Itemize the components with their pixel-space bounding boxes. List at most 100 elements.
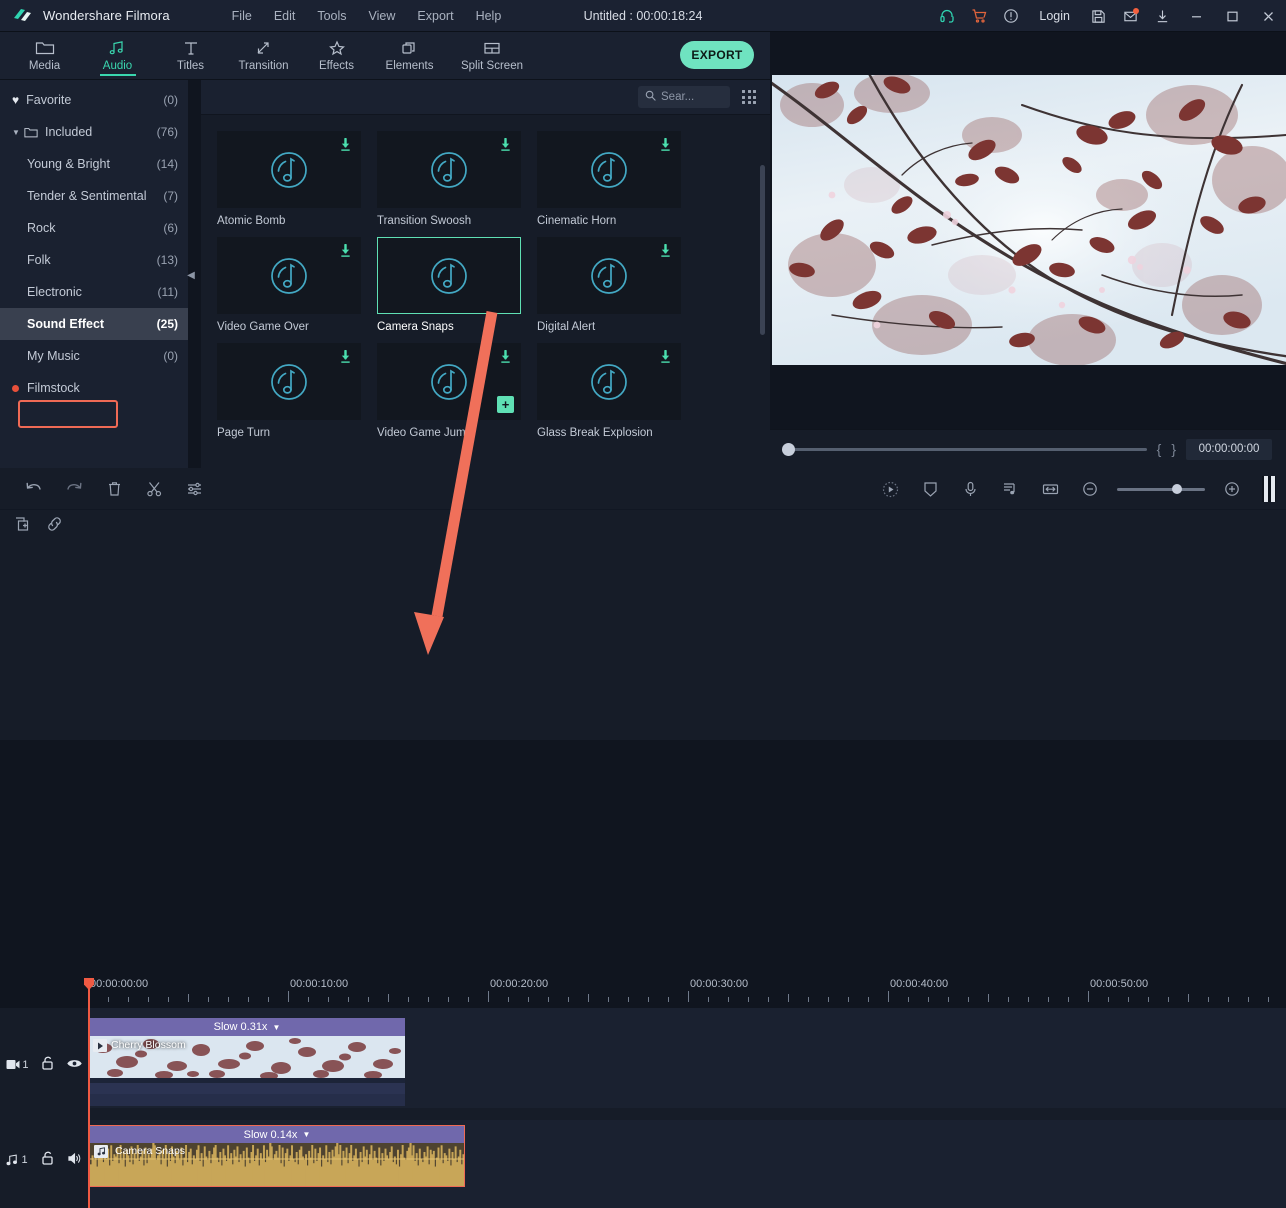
menu-export[interactable]: Export — [407, 5, 463, 27]
close-button[interactable] — [1250, 0, 1286, 32]
speaker-icon[interactable] — [67, 1152, 82, 1168]
link-icon[interactable] — [38, 510, 70, 538]
sidebar-item-electronic[interactable]: Electronic (11) — [0, 276, 188, 308]
tab-transition[interactable]: Transition — [227, 32, 300, 80]
zoom-in-icon[interactable] — [1212, 469, 1252, 509]
download-icon[interactable] — [659, 137, 672, 157]
media-tile[interactable]: Glass Break Explosion — [537, 343, 681, 439]
tab-elements[interactable]: Elements — [373, 32, 446, 80]
crop-mask-icon[interactable] — [910, 469, 950, 509]
media-thumbnail[interactable] — [537, 237, 681, 314]
fit-timeline-icon[interactable] — [1030, 469, 1070, 509]
cart-icon[interactable] — [963, 0, 995, 32]
zoom-slider-knob[interactable] — [1172, 483, 1182, 494]
playhead[interactable] — [84, 978, 94, 1208]
download-icon[interactable] — [339, 349, 352, 369]
media-thumbnail[interactable] — [537, 131, 681, 208]
settings-sliders-icon[interactable] — [174, 469, 214, 509]
media-tile[interactable]: Page Turn — [217, 343, 361, 439]
audio-clip[interactable]: Slow 0.14x ▼ Camera Snaps — [89, 1125, 465, 1187]
download-icon[interactable] — [339, 137, 352, 157]
sidebar-item-young-and-bright[interactable]: Young & Bright (14) — [0, 148, 188, 180]
progress-knob[interactable] — [782, 442, 795, 456]
split-scissors-icon[interactable] — [134, 469, 174, 509]
download-icon[interactable] — [499, 137, 512, 157]
add-to-timeline-icon[interactable]: + — [497, 396, 514, 413]
media-thumbnail[interactable] — [537, 343, 681, 420]
media-tile[interactable]: Digital Alert — [537, 237, 681, 333]
video-clip[interactable]: Slow 0.31x ▼ Cherry Blossom — [89, 1018, 405, 1106]
download-icon[interactable] — [659, 243, 672, 263]
delete-icon[interactable] — [94, 469, 134, 509]
download-icon[interactable] — [659, 349, 672, 369]
sidebar-item-my-music[interactable]: My Music (0) — [0, 340, 188, 372]
sidebar-item-filmstock[interactable]: Filmstock — [0, 372, 188, 404]
preview-timecode[interactable]: 00:00:00:00 — [1186, 438, 1272, 460]
unlock-icon[interactable] — [41, 1056, 54, 1073]
download-icon[interactable] — [1146, 0, 1178, 32]
login-button[interactable]: Login — [1027, 9, 1082, 23]
media-thumbnail[interactable] — [377, 131, 521, 208]
headset-icon[interactable] — [931, 0, 963, 32]
mail-icon[interactable] — [1114, 0, 1146, 32]
save-icon[interactable] — [1082, 0, 1114, 32]
export-button[interactable]: EXPORT — [680, 41, 754, 69]
media-scrollbar[interactable] — [760, 165, 765, 335]
media-tile-selected[interactable]: Camera Snaps — [377, 237, 521, 333]
timeline-ruler[interactable]: 00:00:00:00 00:00:10:00 00:00:20:00 00:0… — [88, 978, 1286, 1004]
download-icon[interactable] — [339, 243, 352, 263]
audio-detach-icon[interactable] — [990, 469, 1030, 509]
undo-icon[interactable] — [14, 469, 54, 509]
timeline-zoom-slider[interactable] — [1117, 483, 1205, 494]
search-box[interactable] — [638, 86, 730, 108]
menu-view[interactable]: View — [359, 5, 406, 27]
mark-out-button[interactable]: } — [1171, 441, 1176, 457]
chevron-down-icon[interactable]: ▼ — [302, 1130, 310, 1139]
media-thumbnail[interactable] — [377, 237, 521, 314]
minimize-button[interactable] — [1178, 0, 1214, 32]
marker-icon[interactable] — [1262, 476, 1276, 502]
tab-split-screen[interactable]: Split Screen — [446, 32, 538, 80]
sidebar-item-included[interactable]: ▼ Included (76) — [0, 116, 188, 148]
menu-file[interactable]: File — [222, 5, 262, 27]
media-tile[interactable]: + Video Game Jump — [377, 343, 521, 439]
voiceover-mic-icon[interactable] — [950, 469, 990, 509]
chevron-down-icon[interactable]: ▼ — [272, 1023, 280, 1032]
media-tile[interactable]: Cinematic Horn — [537, 131, 681, 227]
media-tile[interactable]: Video Game Over — [217, 237, 361, 333]
add-media-icon[interactable] — [6, 510, 38, 538]
eye-icon[interactable] — [66, 1058, 82, 1072]
clip-speed-header[interactable]: Slow 0.31x ▼ — [89, 1018, 405, 1036]
media-thumbnail[interactable] — [217, 343, 361, 420]
clip-play-icon[interactable] — [93, 1039, 107, 1052]
tab-effects[interactable]: Effects — [300, 32, 373, 80]
tab-audio[interactable]: Audio — [81, 32, 154, 80]
sidebar-item-sound-effect[interactable]: Sound Effect (25) — [0, 308, 188, 340]
sidebar-item-rock[interactable]: Rock (6) — [0, 212, 188, 244]
tab-titles[interactable]: Titles — [154, 32, 227, 80]
chevron-down-icon[interactable]: ▼ — [12, 128, 22, 137]
sidebar-item-tender-and-sentimental[interactable]: Tender & Sentimental (7) — [0, 180, 188, 212]
chevron-left-icon[interactable]: ◀ — [186, 268, 196, 282]
sidebar-item-folk[interactable]: Folk (13) — [0, 244, 188, 276]
menu-edit[interactable]: Edit — [264, 5, 306, 27]
media-thumbnail[interactable]: + — [377, 343, 521, 420]
redo-icon[interactable] — [54, 469, 94, 509]
zoom-out-icon[interactable] — [1070, 469, 1110, 509]
clip-speed-header[interactable]: Slow 0.14x ▼ — [90, 1126, 464, 1143]
maximize-button[interactable] — [1214, 0, 1250, 32]
unlock-icon[interactable] — [41, 1151, 54, 1168]
tab-media[interactable]: Media — [8, 32, 81, 80]
menu-help[interactable]: Help — [466, 5, 512, 27]
menu-tools[interactable]: Tools — [307, 5, 356, 27]
grid-view-icon[interactable] — [742, 90, 756, 104]
sidebar-item-favorite[interactable]: ♥ Favorite (0) — [0, 84, 188, 116]
record-icon[interactable] — [870, 469, 910, 509]
preview-progress-slider[interactable] — [782, 442, 1147, 456]
media-tile[interactable]: Atomic Bomb — [217, 131, 361, 227]
preview-video[interactable] — [772, 75, 1286, 365]
download-icon[interactable] — [499, 349, 512, 369]
media-thumbnail[interactable] — [217, 131, 361, 208]
search-input[interactable] — [661, 91, 721, 103]
mark-in-button[interactable]: { — [1157, 441, 1162, 457]
